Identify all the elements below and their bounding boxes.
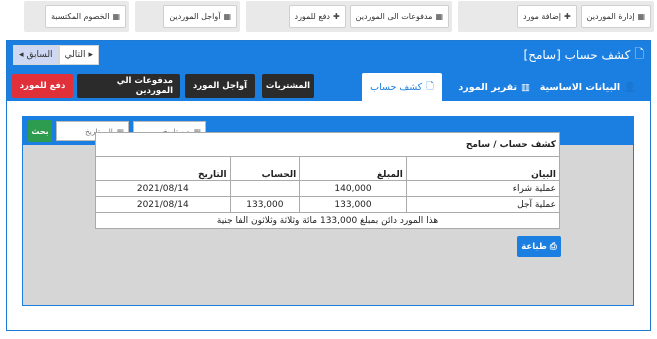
pay-supplier-action-label: دفع للمورد bbox=[19, 81, 66, 91]
pay-supplier-action-button[interactable]: دفع للمورد bbox=[12, 74, 73, 98]
purchases-label: المشتريات bbox=[265, 81, 311, 91]
row-statement: عملية آجل bbox=[405, 196, 561, 213]
supplier-payments-action-label: مدفوعات الي الموردين bbox=[116, 76, 173, 96]
row-amount: 140,000 bbox=[299, 180, 407, 197]
toolbar-group-payments: ▦ مدفوعات الى الموردين ✚ دفع للمورد bbox=[246, 1, 452, 32]
prev-button[interactable]: ◂ السابق bbox=[13, 45, 59, 65]
report-container: ▦ ▦ بحث كشف حساب / سامح البيان المبلغ ال… bbox=[22, 116, 634, 306]
print-button[interactable]: ⎙ طباعة bbox=[517, 236, 561, 257]
table-row: عملية شراء 140,000 2021/08/14 bbox=[95, 180, 561, 197]
balance-summary: هذا المورد دائن بمبلغ 133,000 مائة وثلاث… bbox=[95, 212, 560, 229]
search-label: بحث bbox=[31, 126, 49, 136]
next-label: التالي bbox=[64, 50, 86, 60]
toolbar-group-deadlines: ▦ آواجل الموردين bbox=[135, 1, 240, 32]
tab-supplier-report[interactable]: ▥ تقرير المورد bbox=[450, 73, 538, 101]
col-date-header: التاريخ bbox=[95, 156, 231, 181]
table-icon: ▦ bbox=[223, 12, 231, 21]
bar-chart-icon: ▥ bbox=[521, 81, 530, 93]
col-statement-header: البيان bbox=[405, 156, 561, 181]
supplier-payments-action-button[interactable]: مدفوعات الي الموردين bbox=[77, 74, 180, 98]
col-account-header: الحساب bbox=[229, 156, 301, 181]
search-button[interactable]: بحث bbox=[28, 120, 52, 142]
supplier-deadlines-button[interactable]: ▦ آواجل الموردين bbox=[163, 5, 237, 28]
row-statement: عملية شراء bbox=[405, 180, 561, 197]
table-icon: ▦ bbox=[112, 12, 120, 21]
prev-label: السابق bbox=[26, 50, 53, 60]
supplier-deadlines-action-button[interactable]: آواجل المورد bbox=[185, 74, 255, 98]
pager: ◂ السابق التالي ▸ bbox=[13, 45, 100, 65]
tab-supplier-report-label: تقرير المورد bbox=[458, 81, 518, 93]
manage-suppliers-label: إدارة الموردين bbox=[586, 12, 635, 21]
pay-supplier-button[interactable]: ✚ دفع للمورد bbox=[288, 5, 346, 28]
file-icon: 🗋 bbox=[634, 46, 644, 61]
add-supplier-button[interactable]: ✚ إضافة مورد bbox=[517, 5, 577, 28]
page-title: 🗋 كشف حساب [سامح] bbox=[524, 45, 644, 66]
manage-suppliers-button[interactable]: ▦ إدارة الموردين bbox=[580, 5, 651, 28]
toolbar-group-discounts: ▦ الخصوم المكتسبة bbox=[24, 1, 129, 32]
user-icon: 👤 bbox=[624, 81, 636, 93]
table-icon: ▦ bbox=[435, 12, 443, 21]
tab-basic-data-label: البيانات الاساسية bbox=[539, 81, 621, 93]
supplier-deadlines-label: آواجل الموردين bbox=[169, 12, 221, 21]
statement-table: كشف حساب / سامح البيان المبلغ الحساب الت… bbox=[95, 132, 561, 229]
pay-supplier-label: دفع للمورد bbox=[294, 12, 330, 21]
table-icon: ▦ bbox=[637, 12, 645, 21]
panel-header: 🗋 كشف حساب [سامح] ◂ السابق التالي ▸ bbox=[7, 41, 650, 69]
col-amount-header: المبلغ bbox=[299, 156, 407, 181]
printer-icon: ⎙ bbox=[549, 241, 557, 252]
tab-account-statement-label: كشف حساب bbox=[370, 81, 423, 93]
statement-report: كشف حساب / سامح البيان المبلغ الحساب الت… bbox=[95, 132, 561, 229]
row-date: 2021/08/14 bbox=[95, 180, 231, 197]
earned-discounts-button[interactable]: ▦ الخصوم المكتسبة bbox=[45, 5, 126, 28]
row-date: 2021/08/14 bbox=[95, 196, 231, 213]
page-title-text: كشف حساب [سامح] bbox=[523, 48, 631, 62]
earned-discounts-label: الخصوم المكتسبة bbox=[51, 12, 110, 21]
next-button[interactable]: التالي ▸ bbox=[58, 45, 100, 65]
toolbar-group-suppliers: ▦ إدارة الموردين ✚ إضافة مورد bbox=[458, 1, 654, 32]
tab-bar: 👤 البيانات الاساسية ▥ تقرير المورد 🗋 كشف… bbox=[7, 69, 650, 101]
add-supplier-label: إضافة مورد bbox=[523, 12, 561, 21]
caret-right-icon: ▸ bbox=[88, 50, 94, 60]
print-label: طباعة bbox=[521, 241, 547, 252]
plus-icon: ✚ bbox=[563, 12, 571, 21]
tab-basic-data[interactable]: 👤 البيانات الاساسية bbox=[532, 73, 644, 101]
supplier-deadlines-action-label: آواجل المورد bbox=[192, 81, 248, 91]
table-row: عملية آجل 133,000 133,000 2021/08/14 bbox=[95, 196, 561, 213]
plus-icon: ✚ bbox=[332, 12, 340, 21]
supplier-payments-label: مدفوعات الى الموردين bbox=[355, 12, 433, 21]
file-icon: 🗋 bbox=[426, 81, 434, 92]
tab-account-statement[interactable]: 🗋 كشف حساب bbox=[362, 73, 442, 101]
purchases-button[interactable]: المشتريات bbox=[262, 74, 314, 98]
supplier-payments-button[interactable]: ▦ مدفوعات الى الموردين bbox=[349, 5, 449, 28]
report-title: كشف حساب / سامح bbox=[95, 132, 560, 157]
row-amount: 133,000 bbox=[299, 196, 407, 213]
caret-left-icon: ◂ bbox=[19, 50, 24, 60]
row-account: 133,000 bbox=[229, 196, 301, 213]
account-statement-panel: 🗋 كشف حساب [سامح] ◂ السابق التالي ▸ 👤 ال… bbox=[6, 40, 651, 331]
row-account bbox=[229, 180, 301, 197]
